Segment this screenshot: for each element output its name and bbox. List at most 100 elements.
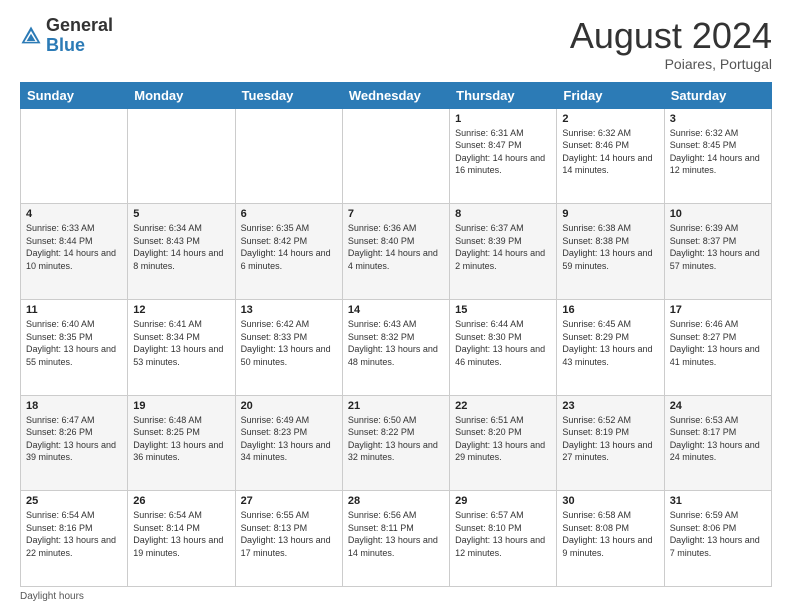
logo-text: General Blue [46,16,113,56]
day-cell: 11 Sunrise: 6:40 AMSunset: 8:35 PMDaylig… [21,299,128,395]
week-row-2: 4 Sunrise: 6:33 AMSunset: 8:44 PMDayligh… [21,204,772,300]
day-cell: 25 Sunrise: 6:54 AMSunset: 8:16 PMDaylig… [21,491,128,587]
day-cell: 13 Sunrise: 6:42 AMSunset: 8:33 PMDaylig… [235,299,342,395]
day-cell [21,108,128,204]
day-number: 16 [562,304,658,316]
day-cell: 29 Sunrise: 6:57 AMSunset: 8:10 PMDaylig… [450,491,557,587]
day-number: 28 [348,495,444,507]
day-info: Sunrise: 6:43 AMSunset: 8:32 PMDaylight:… [348,318,444,368]
day-number: 23 [562,400,658,412]
location: Poiares, Portugal [570,56,772,72]
footer-note: Daylight hours [20,591,772,602]
day-info: Sunrise: 6:54 AMSunset: 8:14 PMDaylight:… [133,509,229,559]
day-cell: 28 Sunrise: 6:56 AMSunset: 8:11 PMDaylig… [342,491,449,587]
day-cell: 30 Sunrise: 6:58 AMSunset: 8:08 PMDaylig… [557,491,664,587]
day-cell [235,108,342,204]
day-info: Sunrise: 6:32 AMSunset: 8:45 PMDaylight:… [670,127,766,177]
day-info: Sunrise: 6:33 AMSunset: 8:44 PMDaylight:… [26,222,122,272]
day-cell: 18 Sunrise: 6:47 AMSunset: 8:26 PMDaylig… [21,395,128,491]
day-number: 17 [670,304,766,316]
day-cell: 19 Sunrise: 6:48 AMSunset: 8:25 PMDaylig… [128,395,235,491]
day-cell: 5 Sunrise: 6:34 AMSunset: 8:43 PMDayligh… [128,204,235,300]
logo-blue: Blue [46,35,85,55]
day-cell: 22 Sunrise: 6:51 AMSunset: 8:20 PMDaylig… [450,395,557,491]
header-row: Sunday Monday Tuesday Wednesday Thursday… [21,82,772,108]
col-wednesday: Wednesday [342,82,449,108]
day-number: 5 [133,208,229,220]
day-number: 15 [455,304,551,316]
week-row-4: 18 Sunrise: 6:47 AMSunset: 8:26 PMDaylig… [21,395,772,491]
day-cell [128,108,235,204]
day-cell: 10 Sunrise: 6:39 AMSunset: 8:37 PMDaylig… [664,204,771,300]
col-saturday: Saturday [664,82,771,108]
day-number: 3 [670,113,766,125]
day-info: Sunrise: 6:38 AMSunset: 8:38 PMDaylight:… [562,222,658,272]
day-number: 9 [562,208,658,220]
day-number: 12 [133,304,229,316]
day-number: 26 [133,495,229,507]
day-info: Sunrise: 6:44 AMSunset: 8:30 PMDaylight:… [455,318,551,368]
day-cell: 3 Sunrise: 6:32 AMSunset: 8:45 PMDayligh… [664,108,771,204]
logo-general: General [46,15,113,35]
day-cell: 24 Sunrise: 6:53 AMSunset: 8:17 PMDaylig… [664,395,771,491]
day-cell: 1 Sunrise: 6:31 AMSunset: 8:47 PMDayligh… [450,108,557,204]
title-block: August 2024 Poiares, Portugal [570,16,772,72]
day-info: Sunrise: 6:49 AMSunset: 8:23 PMDaylight:… [241,414,337,464]
day-cell: 9 Sunrise: 6:38 AMSunset: 8:38 PMDayligh… [557,204,664,300]
day-info: Sunrise: 6:59 AMSunset: 8:06 PMDaylight:… [670,509,766,559]
day-number: 31 [670,495,766,507]
day-cell: 27 Sunrise: 6:55 AMSunset: 8:13 PMDaylig… [235,491,342,587]
day-number: 18 [26,400,122,412]
page: General Blue August 2024 Poiares, Portug… [0,0,792,612]
day-cell: 21 Sunrise: 6:50 AMSunset: 8:22 PMDaylig… [342,395,449,491]
day-cell: 8 Sunrise: 6:37 AMSunset: 8:39 PMDayligh… [450,204,557,300]
col-tuesday: Tuesday [235,82,342,108]
day-info: Sunrise: 6:40 AMSunset: 8:35 PMDaylight:… [26,318,122,368]
day-info: Sunrise: 6:39 AMSunset: 8:37 PMDaylight:… [670,222,766,272]
day-cell [342,108,449,204]
day-number: 11 [26,304,122,316]
day-info: Sunrise: 6:37 AMSunset: 8:39 PMDaylight:… [455,222,551,272]
day-cell: 26 Sunrise: 6:54 AMSunset: 8:14 PMDaylig… [128,491,235,587]
day-cell: 6 Sunrise: 6:35 AMSunset: 8:42 PMDayligh… [235,204,342,300]
day-number: 24 [670,400,766,412]
day-cell: 17 Sunrise: 6:46 AMSunset: 8:27 PMDaylig… [664,299,771,395]
day-number: 22 [455,400,551,412]
col-thursday: Thursday [450,82,557,108]
week-row-5: 25 Sunrise: 6:54 AMSunset: 8:16 PMDaylig… [21,491,772,587]
day-number: 30 [562,495,658,507]
day-info: Sunrise: 6:31 AMSunset: 8:47 PMDaylight:… [455,127,551,177]
week-row-1: 1 Sunrise: 6:31 AMSunset: 8:47 PMDayligh… [21,108,772,204]
header: General Blue August 2024 Poiares, Portug… [20,16,772,72]
day-cell: 7 Sunrise: 6:36 AMSunset: 8:40 PMDayligh… [342,204,449,300]
day-info: Sunrise: 6:41 AMSunset: 8:34 PMDaylight:… [133,318,229,368]
day-cell: 23 Sunrise: 6:52 AMSunset: 8:19 PMDaylig… [557,395,664,491]
day-number: 14 [348,304,444,316]
day-number: 1 [455,113,551,125]
day-number: 2 [562,113,658,125]
day-info: Sunrise: 6:52 AMSunset: 8:19 PMDaylight:… [562,414,658,464]
day-number: 19 [133,400,229,412]
day-number: 7 [348,208,444,220]
day-cell: 4 Sunrise: 6:33 AMSunset: 8:44 PMDayligh… [21,204,128,300]
day-cell: 14 Sunrise: 6:43 AMSunset: 8:32 PMDaylig… [342,299,449,395]
day-number: 6 [241,208,337,220]
day-info: Sunrise: 6:34 AMSunset: 8:43 PMDaylight:… [133,222,229,272]
day-cell: 16 Sunrise: 6:45 AMSunset: 8:29 PMDaylig… [557,299,664,395]
day-info: Sunrise: 6:54 AMSunset: 8:16 PMDaylight:… [26,509,122,559]
day-info: Sunrise: 6:36 AMSunset: 8:40 PMDaylight:… [348,222,444,272]
col-sunday: Sunday [21,82,128,108]
day-number: 10 [670,208,766,220]
day-info: Sunrise: 6:32 AMSunset: 8:46 PMDaylight:… [562,127,658,177]
day-number: 20 [241,400,337,412]
day-info: Sunrise: 6:55 AMSunset: 8:13 PMDaylight:… [241,509,337,559]
col-monday: Monday [128,82,235,108]
day-info: Sunrise: 6:35 AMSunset: 8:42 PMDaylight:… [241,222,337,272]
day-number: 8 [455,208,551,220]
day-info: Sunrise: 6:50 AMSunset: 8:22 PMDaylight:… [348,414,444,464]
day-info: Sunrise: 6:51 AMSunset: 8:20 PMDaylight:… [455,414,551,464]
day-number: 21 [348,400,444,412]
day-info: Sunrise: 6:42 AMSunset: 8:33 PMDaylight:… [241,318,337,368]
month-title: August 2024 [570,16,772,56]
day-info: Sunrise: 6:48 AMSunset: 8:25 PMDaylight:… [133,414,229,464]
